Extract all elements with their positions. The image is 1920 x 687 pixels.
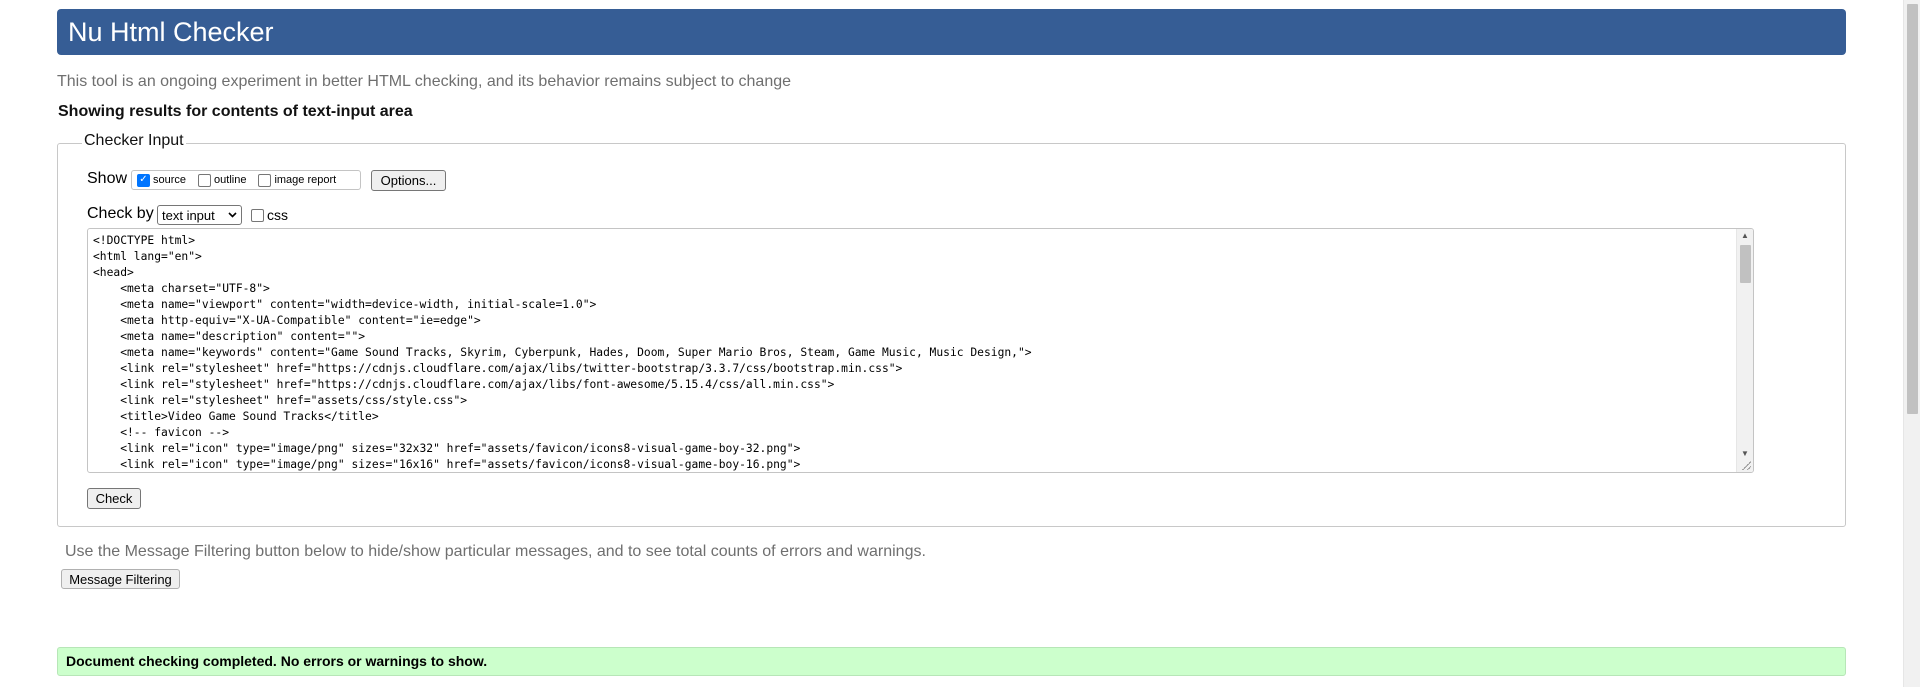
check-by-select[interactable]: text input [157,205,242,225]
show-outline-option[interactable]: outline [198,173,247,187]
success-message: Document checking completed. No errors o… [57,647,1846,676]
tagline: This tool is an ongoing experiment in be… [57,73,792,90]
css-option[interactable]: css [251,207,288,223]
source-textarea[interactable]: <!DOCTYPE html> <html lang="en"> <head> … [87,228,1754,473]
outline-checkbox-label: outline [214,174,247,186]
resize-grip-icon[interactable] [1741,460,1751,470]
show-image-report-option[interactable]: image report [258,173,337,187]
page-scrollbar[interactable] [1903,0,1920,687]
options-button[interactable]: Options... [371,170,446,191]
chevron-down-icon [228,212,237,218]
page-scroll-thumb[interactable] [1907,4,1918,414]
check-button[interactable]: Check [87,488,141,509]
source-checkbox[interactable]: ✓ [137,173,150,187]
page-title: Nu Html Checker [57,9,1846,55]
image-report-checkbox-label: image report [274,174,337,186]
checker-input-legend: Checker Input [82,132,186,150]
message-filtering-note: Use the Message Filtering button below t… [65,543,926,560]
image-report-checkbox[interactable] [258,173,272,187]
textarea-scrollbar[interactable]: ▲ ▼ [1736,229,1753,472]
show-options-group: ✓ source outline image report [131,170,361,190]
results-heading: Showing results for contents of text-inp… [58,103,413,120]
message-filtering-button[interactable]: Message Filtering [61,569,180,589]
check-by-selected-value: text input [162,207,215,223]
css-checkbox[interactable] [251,208,264,222]
scroll-down-arrow-icon[interactable]: ▼ [1741,449,1749,458]
textarea-scroll-thumb[interactable] [1740,245,1751,283]
css-checkbox-label: css [267,207,288,223]
check-by-label: Check by [87,205,154,222]
scroll-up-arrow-icon[interactable]: ▲ [1741,231,1749,240]
show-label: Show [87,170,128,187]
show-source-option[interactable]: ✓ source [137,173,187,187]
source-checkbox-label: source [153,174,187,186]
outline-checkbox[interactable] [198,173,212,187]
source-code-text[interactable]: <!DOCTYPE html> <html lang="en"> <head> … [93,233,1032,472]
